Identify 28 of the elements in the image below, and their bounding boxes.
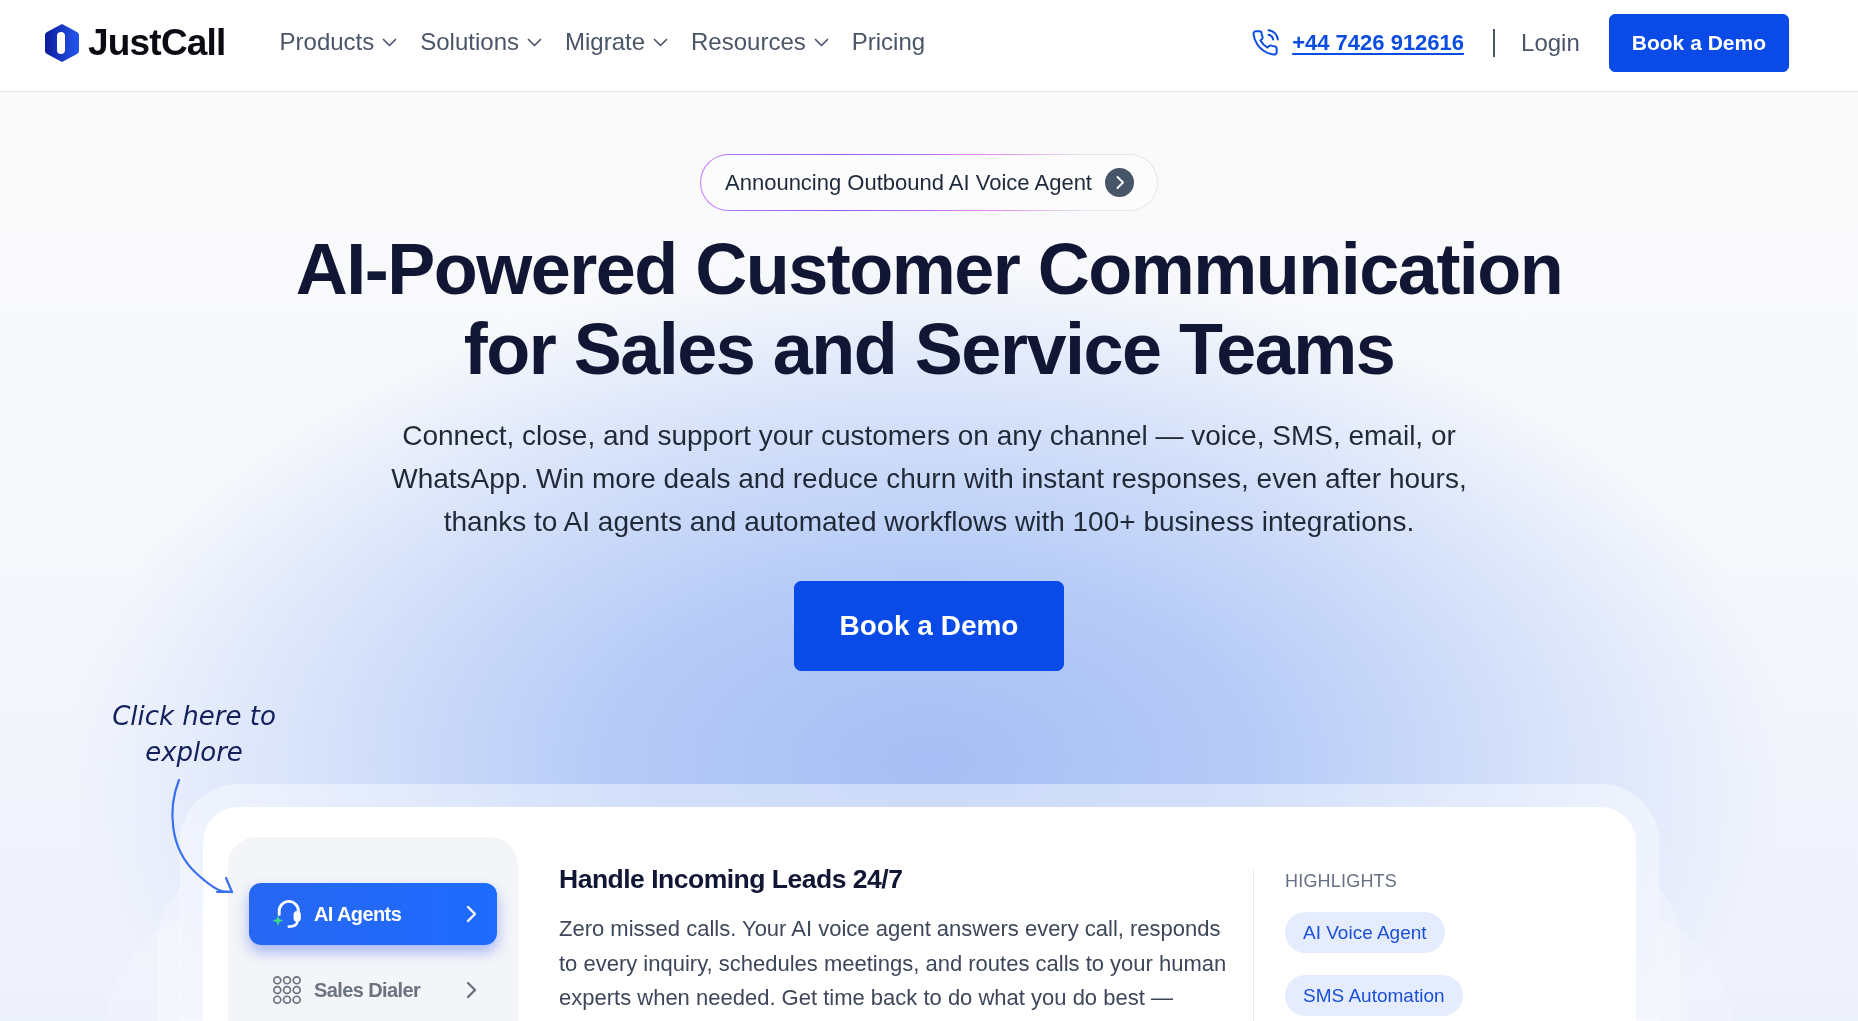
- phone-number-link[interactable]: +44 7426 912616: [1292, 26, 1465, 59]
- nav-menu-link[interactable]: Resources: [691, 28, 829, 57]
- chevron-right-icon: [466, 905, 477, 924]
- announcement-pill[interactable]: Announcing Outbound AI Voice Agent: [700, 154, 1158, 212]
- nav-menu-link[interactable]: Migrate: [565, 28, 669, 57]
- explore-hint-text: Click here to explore: [111, 700, 277, 770]
- book-demo-button[interactable]: Book a Demo: [1608, 13, 1789, 72]
- logo-link[interactable]: JustCall: [44, 22, 226, 63]
- chevron-right-icon: [1105, 168, 1134, 198]
- highlight-tag[interactable]: SMS Automation: [1285, 975, 1463, 1017]
- nav-menu-link[interactable]: Products: [279, 28, 398, 57]
- sidebar-tab[interactable]: AI Agents: [249, 883, 497, 946]
- feature-title: Handle Incoming Leads 24/7: [559, 863, 904, 897]
- sidebar-tab[interactable]: Sales Dialer: [249, 959, 497, 1021]
- feature-description: Zero missed calls. Your AI voice agent answers every call, responds to every inquiry, schedules meetings, and routes calls to your human experts when needed. Get time back to do what you do best —: [559, 915, 1228, 1013]
- nav-menu-link[interactable]: Pricing: [851, 28, 926, 57]
- hero-description: Connect, close, and support your customers on any channel — voice, SMS, email, or WhatsApp. Win more deals and reduce churn with instant responses, even after hours, thanks to AI agents and automated workflows with 100+ business integrations.: [390, 419, 1468, 540]
- highlights-label: HIGHLIGHTS: [1285, 870, 1397, 893]
- dialpad-icon: [272, 976, 302, 1005]
- logo-icon: [44, 22, 80, 63]
- highlight-tag[interactable]: AI Voice Agent: [1285, 912, 1445, 954]
- book-demo-button[interactable]: Book a Demo: [794, 581, 1064, 672]
- hero-heading: AI-Powered Customer Communication for Sales and Service Teams: [294, 229, 1564, 390]
- login-link[interactable]: Login: [1521, 24, 1580, 61]
- nav-menu-link[interactable]: Solutions: [420, 28, 542, 57]
- headset-icon: [272, 900, 302, 929]
- chevron-right-icon: [466, 981, 477, 1000]
- phone-icon: [1251, 28, 1280, 57]
